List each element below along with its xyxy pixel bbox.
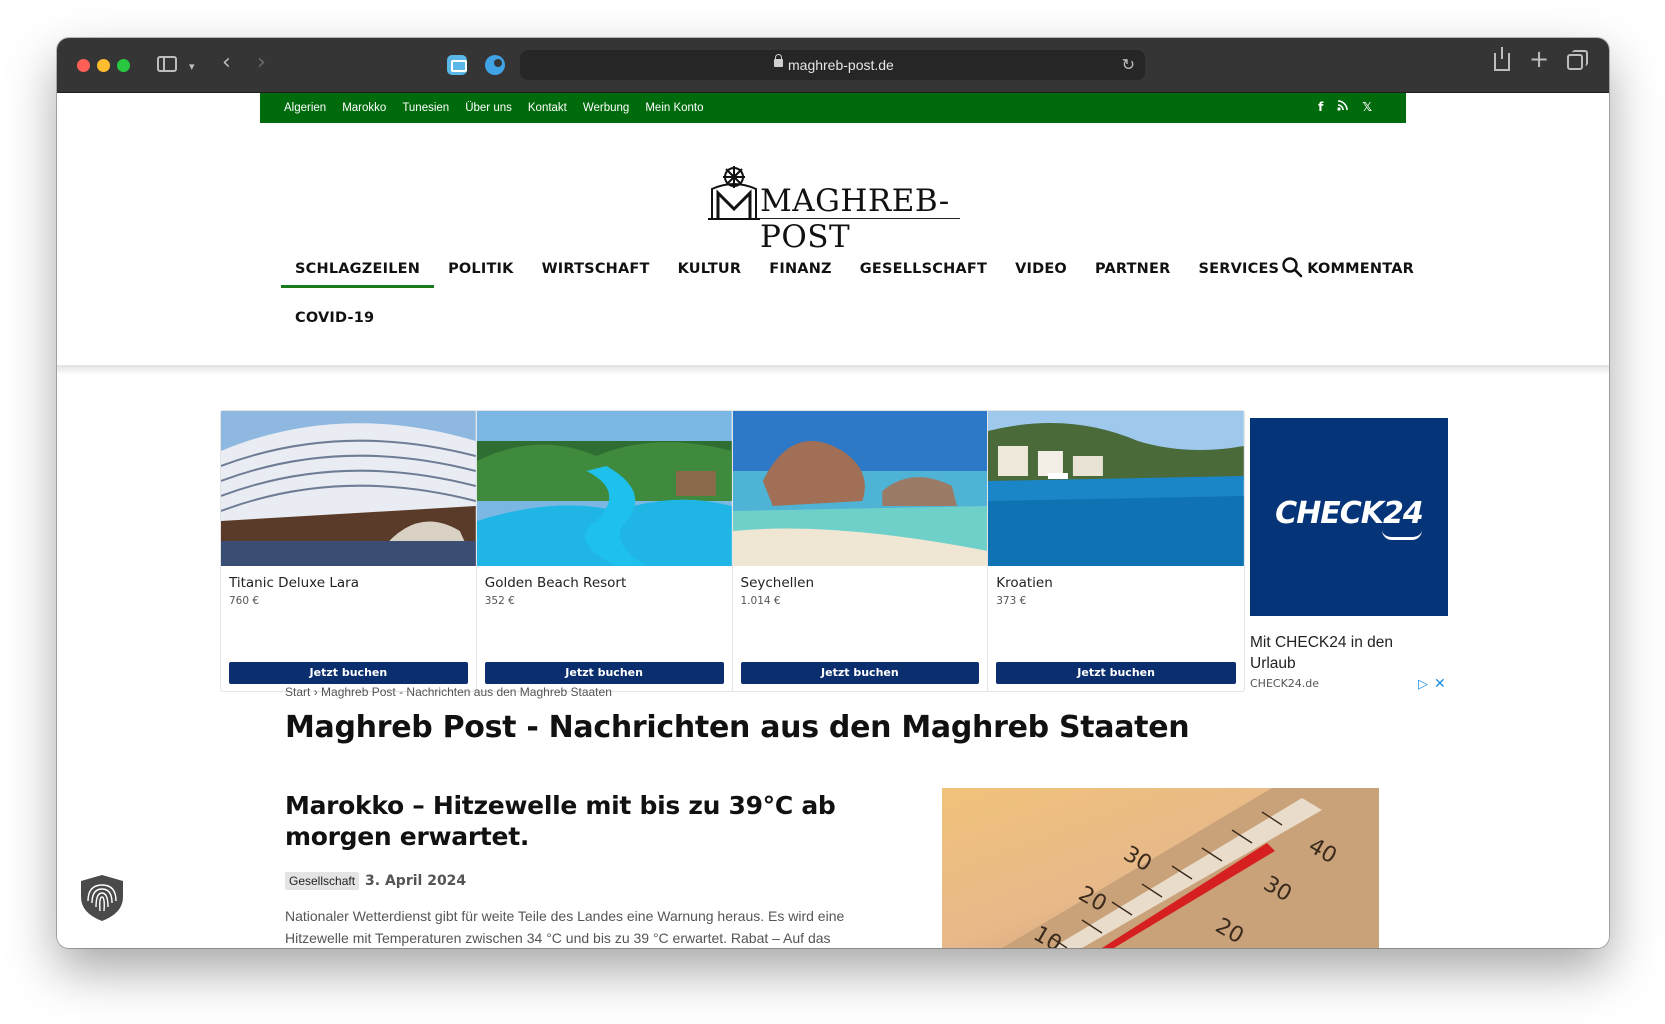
- x-twitter-icon[interactable]: 𝕏: [1362, 100, 1372, 114]
- check24-brand: CHECK24: [1275, 496, 1424, 531]
- book-now-button[interactable]: Jetzt buchen: [996, 662, 1236, 684]
- sidebar-toggle-icon[interactable]: [157, 56, 177, 72]
- top-links: Algerien Marokko Tunesien Über uns Konta…: [284, 102, 704, 114]
- article-excerpt: Nationaler Wetterdienst gibt für weite T…: [285, 908, 845, 946]
- adchoices-icon[interactable]: ▷: [1418, 677, 1428, 692]
- facebook-icon[interactable]: f: [1318, 100, 1323, 114]
- ad-card-price: 373 €: [996, 595, 1027, 607]
- back-icon[interactable]: ‹: [222, 52, 231, 74]
- top-link-bar: Algerien Marokko Tunesien Über uns Konta…: [260, 93, 1406, 123]
- top-link-ueber-uns[interactable]: Über uns: [465, 102, 512, 114]
- top-link-algerien[interactable]: Algerien: [284, 102, 326, 114]
- nav-item-kommentar[interactable]: KOMMENTAR: [1293, 258, 1428, 292]
- breadcrumb-current: Maghreb Post - Nachrichten aus den Maghr…: [321, 685, 612, 699]
- close-window-button[interactable]: [77, 59, 90, 72]
- nav-item-politik[interactable]: POLITIK: [434, 258, 528, 292]
- ad-card-price: 352 €: [484, 595, 515, 607]
- breadcrumb: Start › Maghreb Post - Nachrichten aus d…: [285, 685, 612, 699]
- top-link-werbung[interactable]: Werbung: [583, 102, 629, 114]
- check24-promo[interactable]: CHECK24 Mit CHECK24 in den Urlaub CHECK2…: [1250, 418, 1510, 692]
- reload-icon[interactable]: ↻: [1122, 55, 1135, 74]
- book-now-button[interactable]: Jetzt buchen: [740, 662, 980, 684]
- extension-globe-icon[interactable]: [485, 55, 505, 75]
- ad-card-name: Seychellen: [740, 575, 815, 591]
- top-link-mein-konto[interactable]: Mein Konto: [645, 102, 703, 114]
- book-now-button[interactable]: Jetzt buchen: [484, 662, 724, 684]
- ad-card-name: Titanic Deluxe Lara: [229, 575, 359, 591]
- ad-card[interactable]: Kroatien 373 € Jetzt buchen: [988, 411, 1244, 691]
- ad-card[interactable]: Titanic Deluxe Lara 760 € Jetzt buchen: [221, 411, 477, 691]
- ad-card-name: Golden Beach Resort: [484, 575, 627, 591]
- search-icon[interactable]: [1281, 256, 1303, 278]
- category-badge[interactable]: Gesellschaft: [285, 872, 360, 890]
- browser-toolbar: ▾ ‹ › maghreb-post.de ↻ +: [57, 38, 1609, 93]
- beach-image: [732, 411, 988, 566]
- minimize-window-button[interactable]: [97, 59, 110, 72]
- nav-item-gesellschaft[interactable]: GESELLSCHAFT: [846, 258, 1001, 292]
- zoom-window-button[interactable]: [117, 59, 130, 72]
- breadcrumb-separator: ›: [313, 685, 318, 699]
- hotel-image: [221, 411, 476, 566]
- ad-card-name: Kroatien: [996, 575, 1053, 591]
- rss-icon[interactable]: [1337, 100, 1349, 114]
- article-title[interactable]: Marokko – Hitzewelle mit bis zu 39°C ab …: [285, 790, 905, 852]
- ad-cards: Titanic Deluxe Lara 760 € Jetzt buchen G…: [220, 410, 1245, 692]
- article-meta: Gesellschaft 3. April 2024: [285, 872, 466, 890]
- book-now-button[interactable]: Jetzt buchen: [229, 662, 468, 684]
- site-logo[interactable]: MAGHREB-POST: [708, 163, 963, 255]
- nav-item-schlagzeilen[interactable]: SCHLAGZEILEN: [281, 258, 435, 292]
- ad-card-price: 1.014 €: [740, 595, 781, 607]
- promo-domain: CHECK24.de: [1250, 677, 1320, 690]
- tab-overview-icon[interactable]: [1567, 50, 1588, 70]
- new-tab-icon[interactable]: +: [1529, 47, 1549, 71]
- main-navigation: SCHLAGZEILEN POLITIK WIRTSCHAFT KULTUR F…: [281, 256, 1414, 341]
- address-bar[interactable]: maghreb-post.de ↻: [520, 50, 1145, 80]
- nav-item-kultur[interactable]: KULTUR: [664, 258, 756, 292]
- travel-ad: Titanic Deluxe Lara 760 € Jetzt buchen G…: [220, 410, 1510, 692]
- ad-close-icon[interactable]: ✕: [1434, 676, 1446, 692]
- logo-text: MAGHREB-POST: [760, 183, 950, 255]
- ad-card-price: 760 €: [229, 595, 260, 607]
- top-link-marokko[interactable]: Marokko: [342, 102, 386, 114]
- top-link-kontakt[interactable]: Kontakt: [528, 102, 567, 114]
- nav-item-finanz[interactable]: FINANZ: [755, 258, 846, 292]
- nav-item-partner[interactable]: PARTNER: [1081, 258, 1185, 292]
- resort-image: [476, 411, 732, 566]
- top-link-tunesien[interactable]: Tunesien: [402, 102, 449, 114]
- social-links: f 𝕏: [1318, 100, 1372, 114]
- logo-underline: [760, 218, 960, 219]
- page-title: Maghreb Post - Nachrichten aus den Maghr…: [285, 710, 1190, 745]
- thermometer-image[interactable]: 10 20 30 20 30 40: [942, 788, 1379, 948]
- page-content: Algerien Marokko Tunesien Über uns Konta…: [57, 93, 1609, 948]
- nav-row: SCHLAGZEILEN POLITIK WIRTSCHAFT KULTUR F…: [281, 258, 1414, 292]
- breadcrumb-start[interactable]: Start: [285, 685, 310, 699]
- share-icon[interactable]: [1494, 47, 1510, 71]
- privacy-shield-icon[interactable]: [78, 873, 126, 923]
- extension-translate-icon[interactable]: [447, 55, 467, 75]
- article-date: 3. April 2024: [365, 873, 467, 889]
- logo-emblem-icon: [708, 166, 760, 220]
- lock-icon: [774, 54, 783, 67]
- forward-icon[interactable]: ›: [257, 52, 266, 74]
- ad-card[interactable]: Golden Beach Resort 352 € Jetzt buchen: [476, 411, 733, 691]
- nav-item-services[interactable]: SERVICES: [1184, 258, 1293, 292]
- url-text: maghreb-post.de: [788, 57, 894, 73]
- nav-divider: [57, 365, 1609, 375]
- nav-item-video[interactable]: VIDEO: [1001, 258, 1081, 292]
- check24-swoosh-icon: [1382, 530, 1422, 540]
- ad-card[interactable]: Seychellen 1.014 € Jetzt buchen: [732, 411, 989, 691]
- chevron-down-icon[interactable]: ▾: [189, 58, 195, 76]
- nav-row-2: COVID-19: [281, 307, 1381, 341]
- nav-item-wirtschaft[interactable]: WIRTSCHAFT: [528, 258, 664, 292]
- check24-logo-box[interactable]: CHECK24: [1250, 418, 1448, 616]
- browser-window: ▾ ‹ › maghreb-post.de ↻ + Algerien Marok…: [57, 38, 1609, 948]
- nav-item-covid-19[interactable]: COVID-19: [281, 307, 388, 341]
- coast-image: [988, 411, 1244, 566]
- promo-headline[interactable]: Mit CHECK24 in den Urlaub: [1250, 632, 1440, 674]
